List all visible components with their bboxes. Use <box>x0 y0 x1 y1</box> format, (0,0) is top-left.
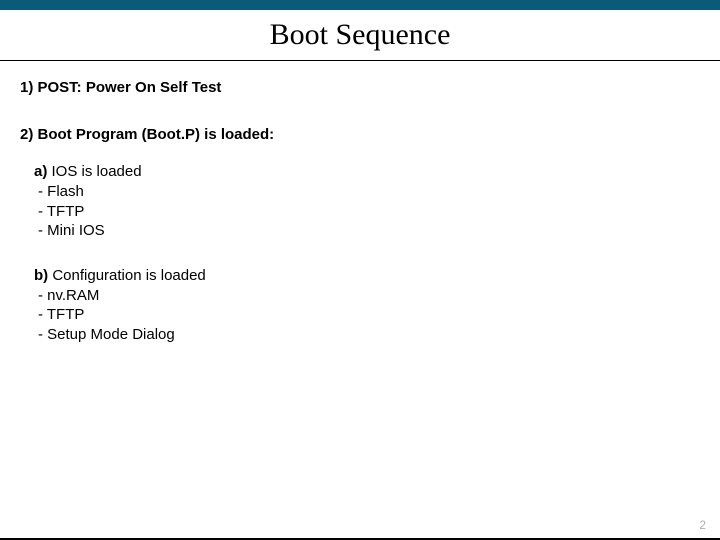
subsection-a-heading: a) IOS is loaded <box>34 163 700 180</box>
subsection-a-text: IOS is loaded <box>47 163 141 180</box>
subsection-a: a) IOS is loaded - Flash - TFTP - Mini I… <box>34 163 700 241</box>
list-item: - TFTP <box>38 202 700 222</box>
section-post: 1) POST: Power On Self Test <box>20 79 700 96</box>
list-item: - TFTP <box>38 305 700 325</box>
slide-title: Boot Sequence <box>0 18 720 52</box>
content-body: 1) POST: Power On Self Test 2) Boot Prog… <box>0 61 720 344</box>
list-item: - nv.RAM <box>38 286 700 306</box>
header-bar <box>0 0 720 10</box>
subsection-b-heading: b) Configuration is loaded <box>34 267 700 284</box>
subsection-b-label: b) <box>34 267 48 284</box>
list-item: - Setup Mode Dialog <box>38 325 700 345</box>
subsection-a-label: a) <box>34 163 47 180</box>
section-boot-program: 2) Boot Program (Boot.P) is loaded: <box>20 126 700 143</box>
subsection-b-text: Configuration is loaded <box>48 267 206 284</box>
list-item: - Flash <box>38 182 700 202</box>
list-item: - Mini IOS <box>38 221 700 241</box>
subsection-b: b) Configuration is loaded - nv.RAM - TF… <box>34 267 700 345</box>
page-number: 2 <box>699 518 706 532</box>
title-area: Boot Sequence <box>0 10 720 61</box>
